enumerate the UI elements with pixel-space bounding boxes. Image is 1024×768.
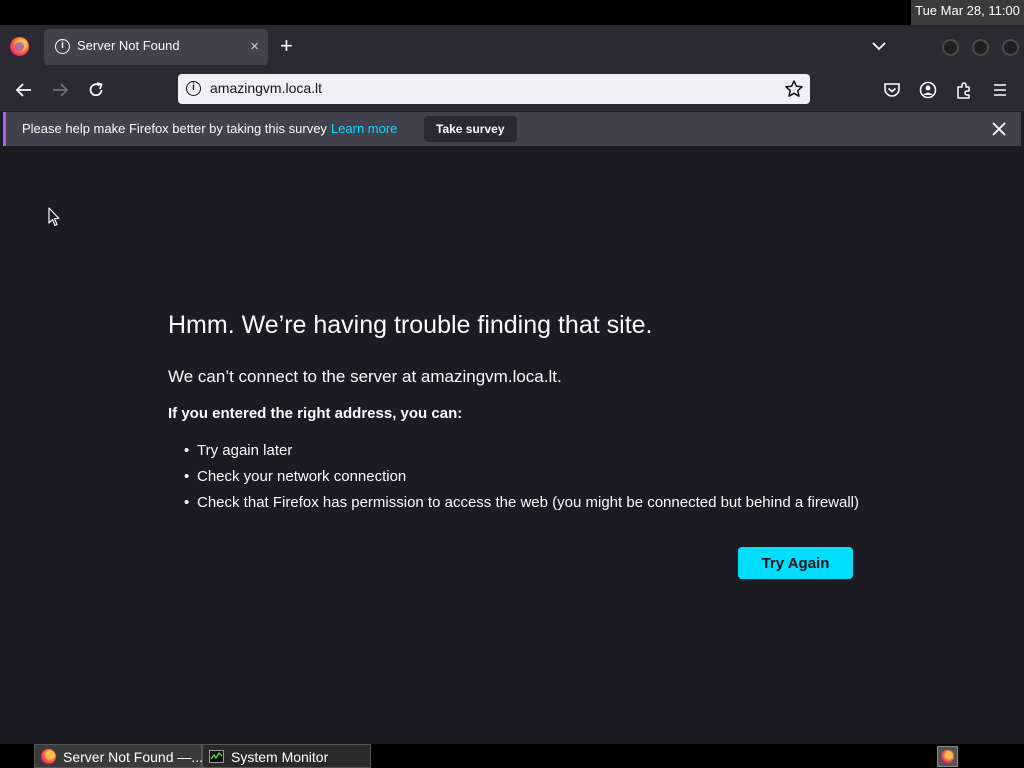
hamburger-menu-icon[interactable] bbox=[990, 80, 1010, 100]
notification-message: Please help make Firefox better by takin… bbox=[22, 121, 397, 136]
page-title: Hmm. We’re having trouble finding that s… bbox=[168, 311, 653, 339]
site-info-icon[interactable]: i bbox=[186, 81, 201, 96]
forward-arrow-icon[interactable] bbox=[50, 80, 70, 100]
suggestions-heading: If you entered the right address, you ca… bbox=[168, 405, 463, 422]
chevron-down-icon[interactable] bbox=[870, 37, 888, 55]
minimize-window-button[interactable] bbox=[942, 39, 959, 56]
taskbar-item-label: Server Not Found —... bbox=[63, 749, 204, 765]
taskbar: Server Not Found —... System Monitor bbox=[0, 744, 1024, 768]
list-item: Try again later bbox=[184, 438, 859, 464]
info-icon: i bbox=[55, 39, 70, 54]
firefox-icon[interactable] bbox=[10, 37, 29, 56]
maximize-window-button[interactable] bbox=[972, 39, 989, 56]
taskbar-item-label: System Monitor bbox=[231, 749, 329, 765]
take-survey-button[interactable]: Take survey bbox=[424, 116, 517, 142]
list-item: Check your network connection bbox=[184, 464, 859, 490]
mouse-cursor-icon bbox=[48, 207, 60, 227]
taskbar-item-system-monitor[interactable]: System Monitor bbox=[202, 744, 371, 768]
error-page: Hmm. We’re having trouble finding that s… bbox=[0, 152, 1024, 744]
address-bar[interactable]: i amazingvm.loca.lt bbox=[178, 74, 810, 104]
tab-title: Server Not Found bbox=[77, 38, 180, 53]
back-arrow-icon[interactable] bbox=[14, 80, 34, 100]
tab-server-not-found[interactable]: i Server Not Found × bbox=[44, 29, 268, 65]
url-input[interactable]: amazingvm.loca.lt bbox=[210, 80, 322, 96]
try-again-button[interactable]: Try Again bbox=[738, 547, 853, 579]
system-monitor-icon bbox=[209, 750, 224, 763]
taskbar-item-firefox[interactable]: Server Not Found —... bbox=[34, 744, 204, 768]
survey-notification-bar: Please help make Firefox better by takin… bbox=[3, 112, 1021, 146]
reload-icon[interactable] bbox=[86, 80, 106, 100]
pocket-icon[interactable] bbox=[882, 80, 902, 100]
bookmark-star-icon[interactable] bbox=[784, 79, 804, 99]
account-icon[interactable] bbox=[918, 80, 938, 100]
new-tab-button[interactable]: + bbox=[280, 35, 293, 57]
firefox-icon bbox=[41, 749, 56, 764]
learn-more-link[interactable]: Learn more bbox=[331, 121, 397, 136]
navigation-toolbar: i amazingvm.loca.lt bbox=[0, 69, 1024, 111]
system-top-panel: Tue Mar 28, 11:00 bbox=[0, 0, 1024, 25]
close-icon[interactable] bbox=[989, 119, 1009, 139]
list-item: Check that Firefox has permission to acc… bbox=[184, 490, 859, 516]
extensions-icon[interactable] bbox=[954, 80, 974, 100]
tray-firefox-icon[interactable] bbox=[937, 746, 958, 767]
tab-strip: i Server Not Found × + bbox=[0, 25, 1024, 69]
tab-close-button[interactable]: × bbox=[250, 38, 259, 55]
system-clock[interactable]: Tue Mar 28, 11:00 bbox=[911, 0, 1024, 25]
notification-text: Please help make Firefox better by takin… bbox=[22, 121, 327, 136]
error-description: We can’t connect to the server at amazin… bbox=[168, 367, 562, 386]
suggestions-list: Try again later Check your network conne… bbox=[184, 438, 859, 516]
close-window-button[interactable] bbox=[1002, 39, 1019, 56]
